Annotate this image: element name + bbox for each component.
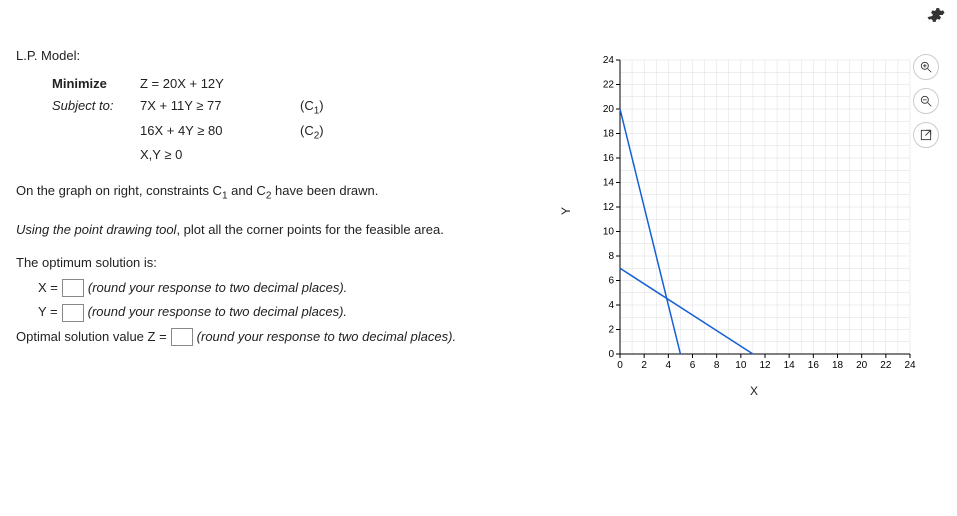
svg-text:24: 24 (904, 360, 916, 371)
svg-text:12: 12 (759, 360, 771, 371)
instruction-2: Using the point drawing tool, plot all t… (16, 219, 576, 241)
graph-area[interactable]: Y X 024681012141618202224242220181614121… (590, 54, 920, 404)
svg-text:2: 2 (641, 360, 647, 371)
svg-text:10: 10 (735, 360, 747, 371)
x-input[interactable] (62, 279, 84, 297)
svg-text:10: 10 (603, 227, 615, 238)
lp-model-block: Minimize Z = 20X + 12Y Subject to: 7X + … (52, 73, 576, 166)
z-input[interactable] (171, 328, 193, 346)
gear-icon (927, 6, 945, 24)
problem-text: L.P. Model: Minimize Z = 20X + 12Y Subje… (16, 48, 576, 350)
y-input[interactable] (62, 304, 84, 322)
svg-text:6: 6 (690, 360, 696, 371)
z-equals-label: Optimal solution value Z = (16, 325, 167, 350)
svg-text:14: 14 (603, 178, 615, 189)
zoom-out-icon (919, 94, 933, 108)
optimum-title: The optimum solution is: (16, 251, 576, 276)
subject-to-label: Subject to: (52, 95, 140, 117)
svg-text:24: 24 (603, 55, 615, 66)
objective-fn: Z = 20X + 12Y (140, 73, 300, 95)
settings-gear[interactable] (927, 6, 945, 27)
popout-icon (919, 128, 933, 142)
zoom-in-icon (919, 60, 933, 74)
svg-text:8: 8 (608, 251, 614, 262)
plot-svg: 0246810121416182022242422201816141210864… (590, 54, 920, 384)
svg-text:2: 2 (608, 325, 614, 336)
constraint-1-expr: 7X + 11Y ≥ 77 (140, 95, 300, 117)
y-axis-label: Y (559, 207, 573, 215)
y-equals-label: Y = (38, 300, 58, 325)
constraint-2-tag: (C2) (300, 120, 350, 145)
svg-text:20: 20 (856, 360, 868, 371)
nonneg-constraint: X,Y ≥ 0 (140, 144, 300, 166)
svg-text:8: 8 (714, 360, 720, 371)
instruction-1: On the graph on right, constraints C1 an… (16, 180, 576, 205)
y-hint: (round your response to two decimal plac… (88, 300, 347, 325)
x-equals-label: X = (38, 276, 58, 301)
constraint-1-tag: (C1) (300, 95, 350, 120)
answer-block: The optimum solution is: X = (round your… (16, 251, 576, 350)
svg-text:16: 16 (603, 153, 615, 164)
constraint-2-expr: 16X + 4Y ≥ 80 (140, 120, 300, 142)
svg-text:12: 12 (603, 202, 615, 213)
svg-text:18: 18 (832, 360, 844, 371)
svg-text:22: 22 (603, 80, 615, 91)
svg-text:0: 0 (608, 349, 614, 360)
svg-text:22: 22 (880, 360, 892, 371)
svg-text:14: 14 (784, 360, 796, 371)
svg-text:18: 18 (603, 129, 615, 140)
svg-text:0: 0 (617, 360, 623, 371)
minimize-label: Minimize (52, 73, 140, 95)
svg-text:6: 6 (608, 276, 614, 287)
z-hint: (round your response to two decimal plac… (197, 325, 456, 350)
svg-text:20: 20 (603, 104, 615, 115)
lp-model-title: L.P. Model: (16, 48, 576, 63)
x-hint: (round your response to two decimal plac… (88, 276, 347, 301)
svg-text:4: 4 (666, 360, 672, 371)
x-axis-label: X (750, 384, 758, 398)
svg-text:4: 4 (608, 300, 614, 311)
svg-text:16: 16 (808, 360, 820, 371)
